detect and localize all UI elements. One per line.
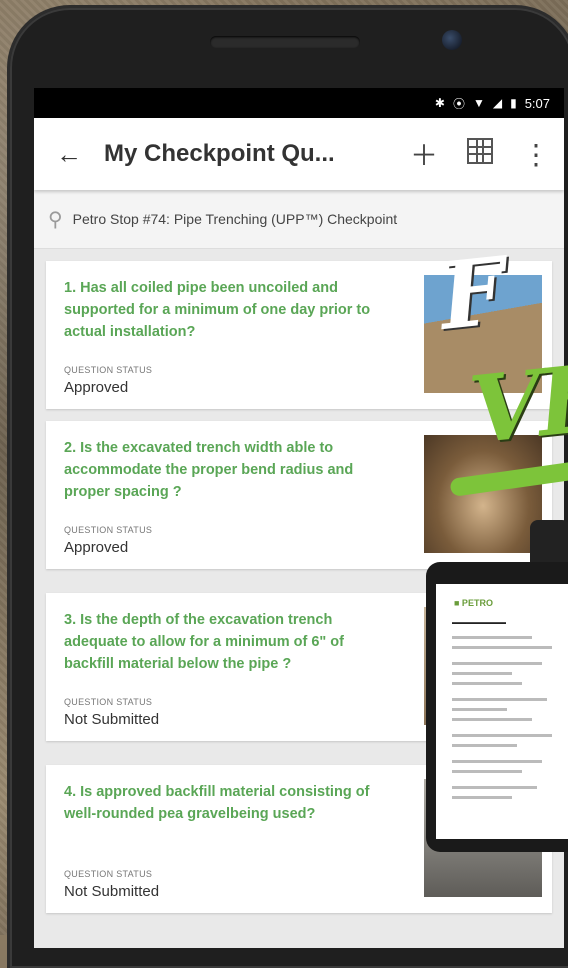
question-text: 4. Is approved backfill material consist…: [64, 784, 370, 822]
status-label: QUESTION STATUS: [64, 697, 153, 707]
bluetooth-icon: ✱: [434, 96, 445, 110]
brush-word-1: F: [434, 237, 507, 351]
tablet-device: ■ PETRO ▬▬▬▬▬▬▬▬▬: [426, 562, 568, 852]
question-text: 3. Is the depth of the excavation trench…: [64, 612, 344, 672]
search-icon: ⚲: [48, 208, 63, 231]
petro-logo: ■ PETRO: [454, 598, 493, 608]
status-value: Approved: [64, 379, 129, 396]
phone-speaker: [210, 36, 360, 48]
plus-icon[interactable]: ＋: [396, 134, 452, 174]
status-value: Approved: [64, 539, 129, 556]
question-text: 2. Is the excavated trench width able to…: [64, 440, 354, 500]
app-bar: ← My Checkpoint Qu... ＋ ⋮: [34, 118, 564, 190]
phone-camera: [442, 30, 462, 50]
report-title-graphic: ▬▬▬▬▬▬▬▬▬: [452, 620, 506, 626]
more-vert-icon[interactable]: ⋮: [508, 138, 564, 171]
back-arrow-icon[interactable]: ←: [34, 139, 104, 170]
vibrate-icon: ⦿: [452, 96, 465, 111]
grid-icon[interactable]: [452, 137, 508, 171]
status-label: QUESTION STATUS: [64, 365, 153, 375]
status-label: QUESTION STATUS: [64, 525, 153, 535]
status-value: Not Submitted: [64, 883, 160, 900]
page-title: My Checkpoint Qu...: [104, 140, 335, 167]
search-input[interactable]: Petro Stop #74: Pipe Trenching (UPP™) Ch…: [73, 211, 398, 227]
signal-icon: ◢: [492, 96, 503, 110]
wifi-icon: ▼: [472, 96, 485, 110]
status-time: 5:07: [524, 95, 550, 111]
status-value: Not Submitted: [64, 711, 160, 728]
battery-icon: ▮: [510, 96, 517, 110]
question-text: 1. Has all coiled pipe been uncoiled and…: [64, 280, 371, 340]
brush-word-2: VE: [464, 343, 568, 465]
status-bar: ✱ ⦿ ▼ ◢ ▮ 5:07: [34, 88, 564, 118]
tablet-screen: ■ PETRO ▬▬▬▬▬▬▬▬▬: [436, 584, 568, 839]
status-label: QUESTION STATUS: [64, 869, 153, 879]
